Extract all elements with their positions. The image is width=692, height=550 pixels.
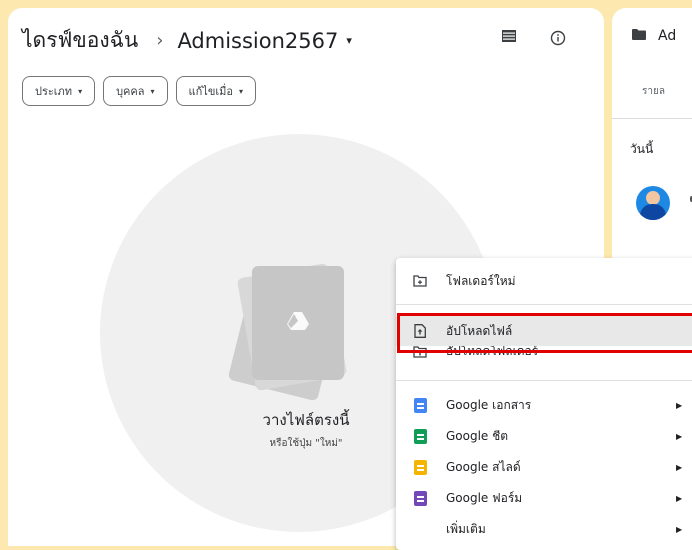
menu-item-label: เพิ่มเติม (446, 521, 486, 536)
menu-item-label: Google ฟอร์ม (446, 490, 523, 505)
menu-item-more[interactable]: เพิ่มเติม ▶ (396, 514, 692, 544)
chevron-down-icon: ▾ (150, 86, 155, 96)
folder-icon (632, 28, 646, 44)
side-panel-divider (612, 118, 692, 119)
filter-chips: ประเภท ▾ บุคคล ▾ แก้ไขเมื่อ ▾ (22, 76, 256, 106)
breadcrumb-current-folder[interactable]: Admission2567 (177, 29, 338, 53)
submenu-arrow-icon: ▶ (676, 493, 683, 503)
filter-type-chip[interactable]: ประเภท ▾ (22, 76, 96, 106)
menu-item-google-sheets[interactable]: Google ชีต ▶ (396, 421, 692, 451)
menu-item-new-folder[interactable]: โฟลเดอร์ใหม่ (396, 266, 692, 296)
menu-item-label: โฟลเดอร์ใหม่ (446, 273, 516, 288)
filter-people-chip[interactable]: บุคคล ▾ (103, 76, 168, 106)
filter-type-label: ประเภท (35, 85, 73, 98)
side-panel-header: Ad (632, 28, 676, 44)
menu-item-label: Google เอกสาร (446, 397, 532, 412)
side-panel-tab-details[interactable]: รายล (642, 84, 665, 99)
menu-item-google-forms[interactable]: Google ฟอร์ม ▶ (396, 483, 692, 513)
google-slides-icon (412, 459, 428, 475)
chevron-down-icon: ▾ (238, 86, 243, 96)
filter-people-label: บุคคล (116, 85, 145, 98)
illustration-card-front (252, 266, 344, 380)
folder-menu-caret-icon[interactable]: ▾ (346, 34, 352, 47)
chevron-down-icon: ▾ (78, 86, 83, 96)
activity-section-today: วันนี้ (630, 142, 654, 156)
breadcrumb: ไดรฟ์ของฉัน › Admission2567 ▾ (22, 24, 352, 57)
info-icon[interactable] (550, 30, 566, 46)
submenu-arrow-icon: ▶ (676, 431, 683, 441)
menu-item-google-docs[interactable]: Google เอกสาร ▶ (396, 390, 692, 420)
side-panel-folder-name: Ad (658, 28, 677, 44)
google-forms-icon (412, 490, 428, 506)
menu-item-label: Google ชีต (446, 428, 509, 443)
filter-modified-chip[interactable]: แก้ไขเมื่อ ▾ (175, 76, 256, 106)
highlight-annotation-box (397, 313, 692, 353)
list-view-icon[interactable] (502, 30, 516, 42)
new-item-menu: โฟลเดอร์ใหม่ อัปโหลดไฟล์ อัปโหลดโฟลเดอร์… (396, 258, 692, 550)
menu-item-google-slides[interactable]: Google สไลด์ ▶ (396, 452, 692, 482)
google-docs-icon (412, 397, 428, 413)
menu-divider (396, 380, 692, 381)
submenu-arrow-icon: ▶ (676, 462, 683, 472)
filter-modified-label: แก้ไขเมื่อ (188, 85, 233, 98)
drive-logo-icon (287, 312, 309, 334)
breadcrumb-root[interactable]: ไดรฟ์ของฉัน (22, 24, 138, 57)
submenu-arrow-icon: ▶ (676, 524, 683, 534)
breadcrumb-separator: › (156, 30, 164, 51)
menu-divider (396, 304, 692, 305)
menu-item-label: Google สไลด์ (446, 459, 521, 474)
new-folder-icon (412, 273, 428, 289)
google-sheets-icon (412, 428, 428, 444)
submenu-arrow-icon: ▶ (676, 400, 683, 410)
avatar (636, 186, 670, 220)
